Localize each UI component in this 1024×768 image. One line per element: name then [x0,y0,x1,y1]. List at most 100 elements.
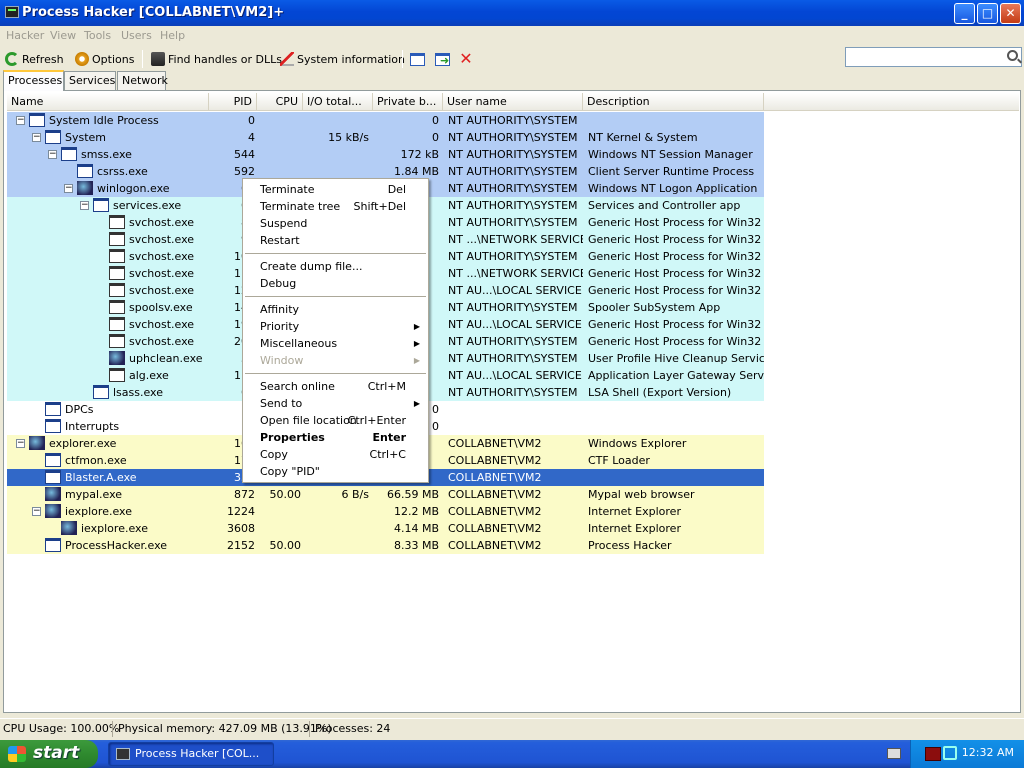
menu-item-label: Priority [260,320,300,333]
tree-expander[interactable]: − [48,150,57,159]
context-menu-item[interactable]: Send to ▶ [243,395,428,412]
refresh-button[interactable]: Refresh [5,50,64,68]
context-menu-item[interactable]: Search online Ctrl+M [243,378,428,395]
window-icon [410,52,425,66]
maximize-button[interactable]: □ [977,3,998,24]
process-hacker-tray-icon[interactable] [925,747,941,761]
system-information-button[interactable]: System information [280,50,405,68]
process-io [303,503,369,520]
process-desc: Generic Host Process for Win32 ... [588,250,764,263]
process-icon [109,351,125,365]
menu-users[interactable]: Users [121,29,152,42]
process-name: svchost.exe [129,216,195,229]
process-icon [109,232,125,246]
column-io-total[interactable]: I/O total... [303,93,373,111]
table-row[interactable]: iexplore.exe 3608 4.14 MB COLLABNET\VM2 Inte… [7,520,764,537]
status-separator [309,721,310,737]
process-icon [45,130,61,144]
tree-expander[interactable]: − [80,201,89,210]
context-menu-item[interactable]: Miscellaneous ▶ [243,335,428,352]
process-pid: 544 [234,148,255,161]
column-pid[interactable]: PID [209,93,257,111]
process-pid: 1224 [227,505,255,518]
terminate-button[interactable]: ✕ [459,50,473,68]
clock: 12:32 AM [961,746,1014,759]
show-window-button[interactable] [410,50,425,68]
chart-icon [280,52,294,66]
tree-expander[interactable]: − [16,116,25,125]
process-user: NT AUTHORITY\SYSTEM [448,165,578,178]
table-row[interactable]: − System Idle Process 0 0 NT AUTHORITY\SYSTE… [7,112,764,129]
context-menu-item[interactable]: Restart [243,232,428,249]
column-description[interactable]: Description [583,93,764,111]
search-input[interactable] [845,47,1022,67]
process-desc [588,418,764,435]
menu-hacker[interactable]: Hacker [6,29,44,42]
table-row[interactable]: ProcessHacker.exe 2152 50.00 8.33 MB COLLABN… [7,537,764,554]
window-title: Process Hacker [COLLABNET\VM2]+ [22,5,285,20]
context-menu-item[interactable]: Copy Ctrl+C [243,446,428,463]
tree-expander[interactable]: − [32,507,41,516]
column-private-bytes[interactable]: Private b... [373,93,443,111]
process-desc: Generic Host Process for Win32 ... [588,216,764,229]
process-name: explorer.exe [49,437,117,450]
process-name: Blaster.A.exe [65,471,137,484]
process-user: NT AUTHORITY\SYSTEM [448,199,578,212]
table-row[interactable]: − smss.exe 544 172 kB NT AUTHORITY\SYSTEM Win… [7,146,764,163]
search-icon[interactable] [1007,50,1018,61]
start-button[interactable]: start [0,740,98,768]
tree-expander[interactable]: − [32,133,41,142]
process-desc: Services and Controller app [588,199,741,212]
context-menu-item[interactable]: Suspend [243,215,428,232]
context-menu-item[interactable]: Properties Enter [243,429,428,446]
process-desc: Process Hacker [588,539,672,552]
context-menu-item[interactable]: Create dump file... [243,258,428,275]
context-menu-item[interactable]: Priority ▶ [243,318,428,335]
menu-tools[interactable]: Tools [84,29,111,42]
close-button[interactable]: ✕ [1000,3,1021,24]
process-desc: Windows Explorer [588,437,687,450]
context-menu-item[interactable]: Terminate Del [243,181,428,198]
menu-view[interactable]: View [50,29,76,42]
menu-item-label: Miscellaneous [260,337,338,350]
find-window-button[interactable] [435,50,450,68]
process-name: uphclean.exe [129,352,203,365]
menu-item-shortcut: Shift+Del [353,200,406,213]
process-user: NT AUTHORITY\SYSTEM [448,216,578,229]
network-icon[interactable] [943,746,957,760]
context-menu-item[interactable]: Open file location Ctrl+Enter [243,412,428,429]
taskbar-process-hacker[interactable]: Process Hacker [COL... [108,742,274,766]
column-cpu[interactable]: CPU [257,93,303,111]
tree-expander[interactable]: − [16,439,25,448]
process-user: NT AUTHORITY\SYSTEM [448,182,578,195]
process-io [303,146,369,163]
context-menu-item[interactable]: Affinity [243,301,428,318]
column-user-name[interactable]: User name [443,93,583,111]
context-menu-item[interactable]: Terminate tree Shift+Del [243,198,428,215]
process-icon [45,453,61,467]
process-desc [588,469,764,486]
submenu-arrow-icon: ▶ [413,339,420,348]
tree-expander[interactable]: − [64,184,73,193]
keyboard-icon[interactable] [887,748,901,759]
context-menu-item[interactable]: Copy "PID" [243,463,428,480]
process-user: NT ...\NETWORK SERVICE [448,233,583,246]
find-handles-button[interactable]: Find handles or DLLs [151,50,282,68]
menu-item-label: Copy "PID" [260,465,320,478]
process-icon [45,419,61,433]
tab-processes[interactable]: Processes [3,70,64,91]
tab-services[interactable]: Services [64,71,116,90]
column-name[interactable]: Name [7,93,209,111]
process-desc [588,401,764,418]
process-name: smss.exe [81,148,132,161]
options-button[interactable]: Options [75,50,134,68]
process-name: svchost.exe [129,267,195,280]
tab-network[interactable]: Network [117,71,168,90]
title-bar[interactable]: Process Hacker [COLLABNET\VM2]+ _ □ ✕ [0,0,1024,26]
table-row[interactable]: − System 4 15 kB/s 0 NT AUTHORITY\SYSTEM NT Ke… [7,129,764,146]
minimize-button[interactable]: _ [954,3,975,24]
table-row[interactable]: mypal.exe 872 50.00 6 B/s 66.59 MB COLLABNET\… [7,486,764,503]
context-menu-item[interactable]: Debug [243,275,428,292]
menu-help[interactable]: Help [160,29,185,42]
table-row[interactable]: − iexplore.exe 1224 12.2 MB COLLABNET\VM2 Int… [7,503,764,520]
